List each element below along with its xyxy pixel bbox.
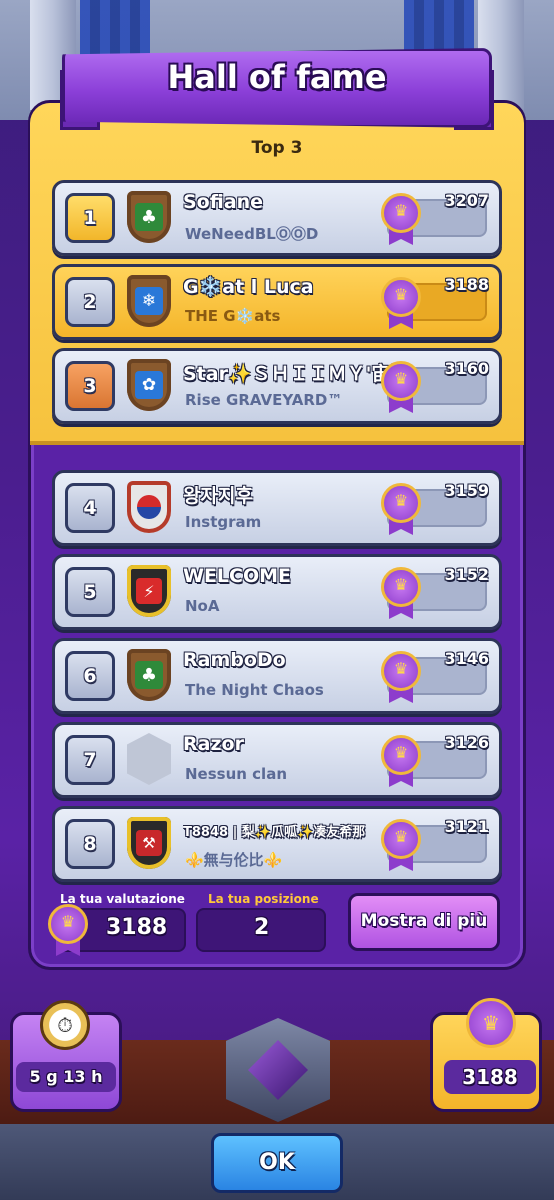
crown-medal-icon: ♛ (381, 735, 421, 787)
clan-name: NoA (185, 597, 220, 615)
crown-medal-icon: ♛ (381, 819, 421, 871)
clan-name: Nessun clan (185, 765, 287, 783)
rank-number: 6 (65, 651, 115, 701)
leaderboard-row[interactable]: 3 ✿ Star✨ＳＨＩＩＭＹ'宙斯 Rise GRAVEYARD™ ♛ 316… (52, 348, 502, 424)
clan-name: THE G❄️ats (185, 307, 281, 325)
leaderboard-row-self[interactable]: 2 ❄ G❄️at l Luca THE G❄️ats ♛ 3188 (52, 264, 502, 340)
crown-medal-icon: ♛ (381, 361, 421, 413)
flower-badge-icon: ✿ (127, 359, 171, 411)
rank-number: 4 (65, 483, 115, 533)
rank-number: 1 (65, 193, 115, 243)
no-clan-badge-icon (127, 733, 171, 785)
crown-medal-icon: ♛ (48, 904, 88, 956)
leaderboard-row[interactable]: 8 ⚒ T8848 | 梨✨瓜呱✨凑友希那 ⚜️無与伦比⚜️ ♛ 3121 (52, 806, 502, 882)
trophy-count: 3188 (444, 275, 489, 294)
clover-badge-icon: ♣ (127, 191, 171, 243)
clan-name: The Night Chaos (185, 681, 324, 699)
rank-number: 3 (65, 361, 115, 411)
snowflake-badge-icon: ❄ (127, 275, 171, 327)
trophy-count: 3152 (444, 565, 489, 584)
rank-number: 7 (65, 735, 115, 785)
clan-name: Rise GRAVEYARD™ (185, 391, 343, 409)
leaderboard-row[interactable]: 5 ⚡ WELCOME NoA ♛ 3152 (52, 554, 502, 630)
page-title: Hall of fame (167, 58, 387, 96)
player-name: RamboDo (183, 649, 286, 671)
player-name: Sofiane (183, 191, 264, 213)
ok-button[interactable]: OK (211, 1133, 343, 1193)
leaderboard-row[interactable]: 6 ♣ RamboDo The Night Chaos ♛ 3146 (52, 638, 502, 714)
clover-badge-icon: ♣ (127, 649, 171, 701)
trophy-count: 3160 (444, 359, 489, 378)
rank-number: 8 (65, 819, 115, 869)
your-rating-value: 3188 (106, 915, 168, 940)
trophy-count: 3159 (444, 481, 489, 500)
player-name: WELCOME (183, 565, 292, 587)
trophy-count: 3126 (444, 733, 489, 752)
trophy-count: 3207 (444, 191, 489, 210)
leaderboard-row[interactable]: 4 왕자지후 Instgram ♛ 3159 (52, 470, 502, 546)
crown-medal-icon: ♛ (381, 193, 421, 245)
top3-label: Top 3 (251, 138, 303, 158)
crown-medal-icon: ♛ (381, 651, 421, 703)
player-name: T8848 | 梨✨瓜呱✨凑友希那 (183, 825, 366, 840)
season-timer: 5 g 13 h (16, 1062, 116, 1092)
hammer-badge-icon: ⚒ (127, 817, 171, 869)
crown-medal-icon: ♛ (381, 567, 421, 619)
crown-medal-icon: ♛ (466, 998, 516, 1048)
lightning-badge-icon: ⚡ (127, 565, 171, 617)
crown-medal-icon: ♛ (381, 277, 421, 329)
clan-name: Instgram (185, 513, 262, 531)
player-name: G❄️at l Luca (183, 276, 314, 298)
clan-name: WeNeedBLⓄⓄD (185, 225, 319, 243)
your-position-value: 2 (254, 915, 270, 940)
total-trophies: 3188 (444, 1060, 536, 1094)
trophy-count: 3146 (444, 649, 489, 668)
player-name: Razor (183, 733, 244, 755)
korea-badge-icon (127, 481, 171, 533)
crown-medal-icon: ♛ (381, 483, 421, 535)
player-name: 왕자지후 (183, 485, 253, 507)
stopwatch-icon: ⏱ (40, 1000, 90, 1050)
clan-name: ⚜️無与伦比⚜️ (185, 851, 283, 869)
player-name: Star✨ＳＨＩＩＭＹ'宙斯 (183, 363, 393, 385)
trophy-count: 3121 (444, 817, 489, 836)
your-position-label: La tua posizione (208, 892, 319, 906)
show-more-button[interactable]: Mostra di più (348, 893, 500, 951)
leaderboard-row[interactable]: 7 Razor Nessun clan ♛ 3126 (52, 722, 502, 798)
rank-number: 5 (65, 567, 115, 617)
leaderboard-row[interactable]: 1 ♣ Sofiane WeNeedBLⓄⓄD ♛ 3207 (52, 180, 502, 256)
rank-number: 2 (65, 277, 115, 327)
